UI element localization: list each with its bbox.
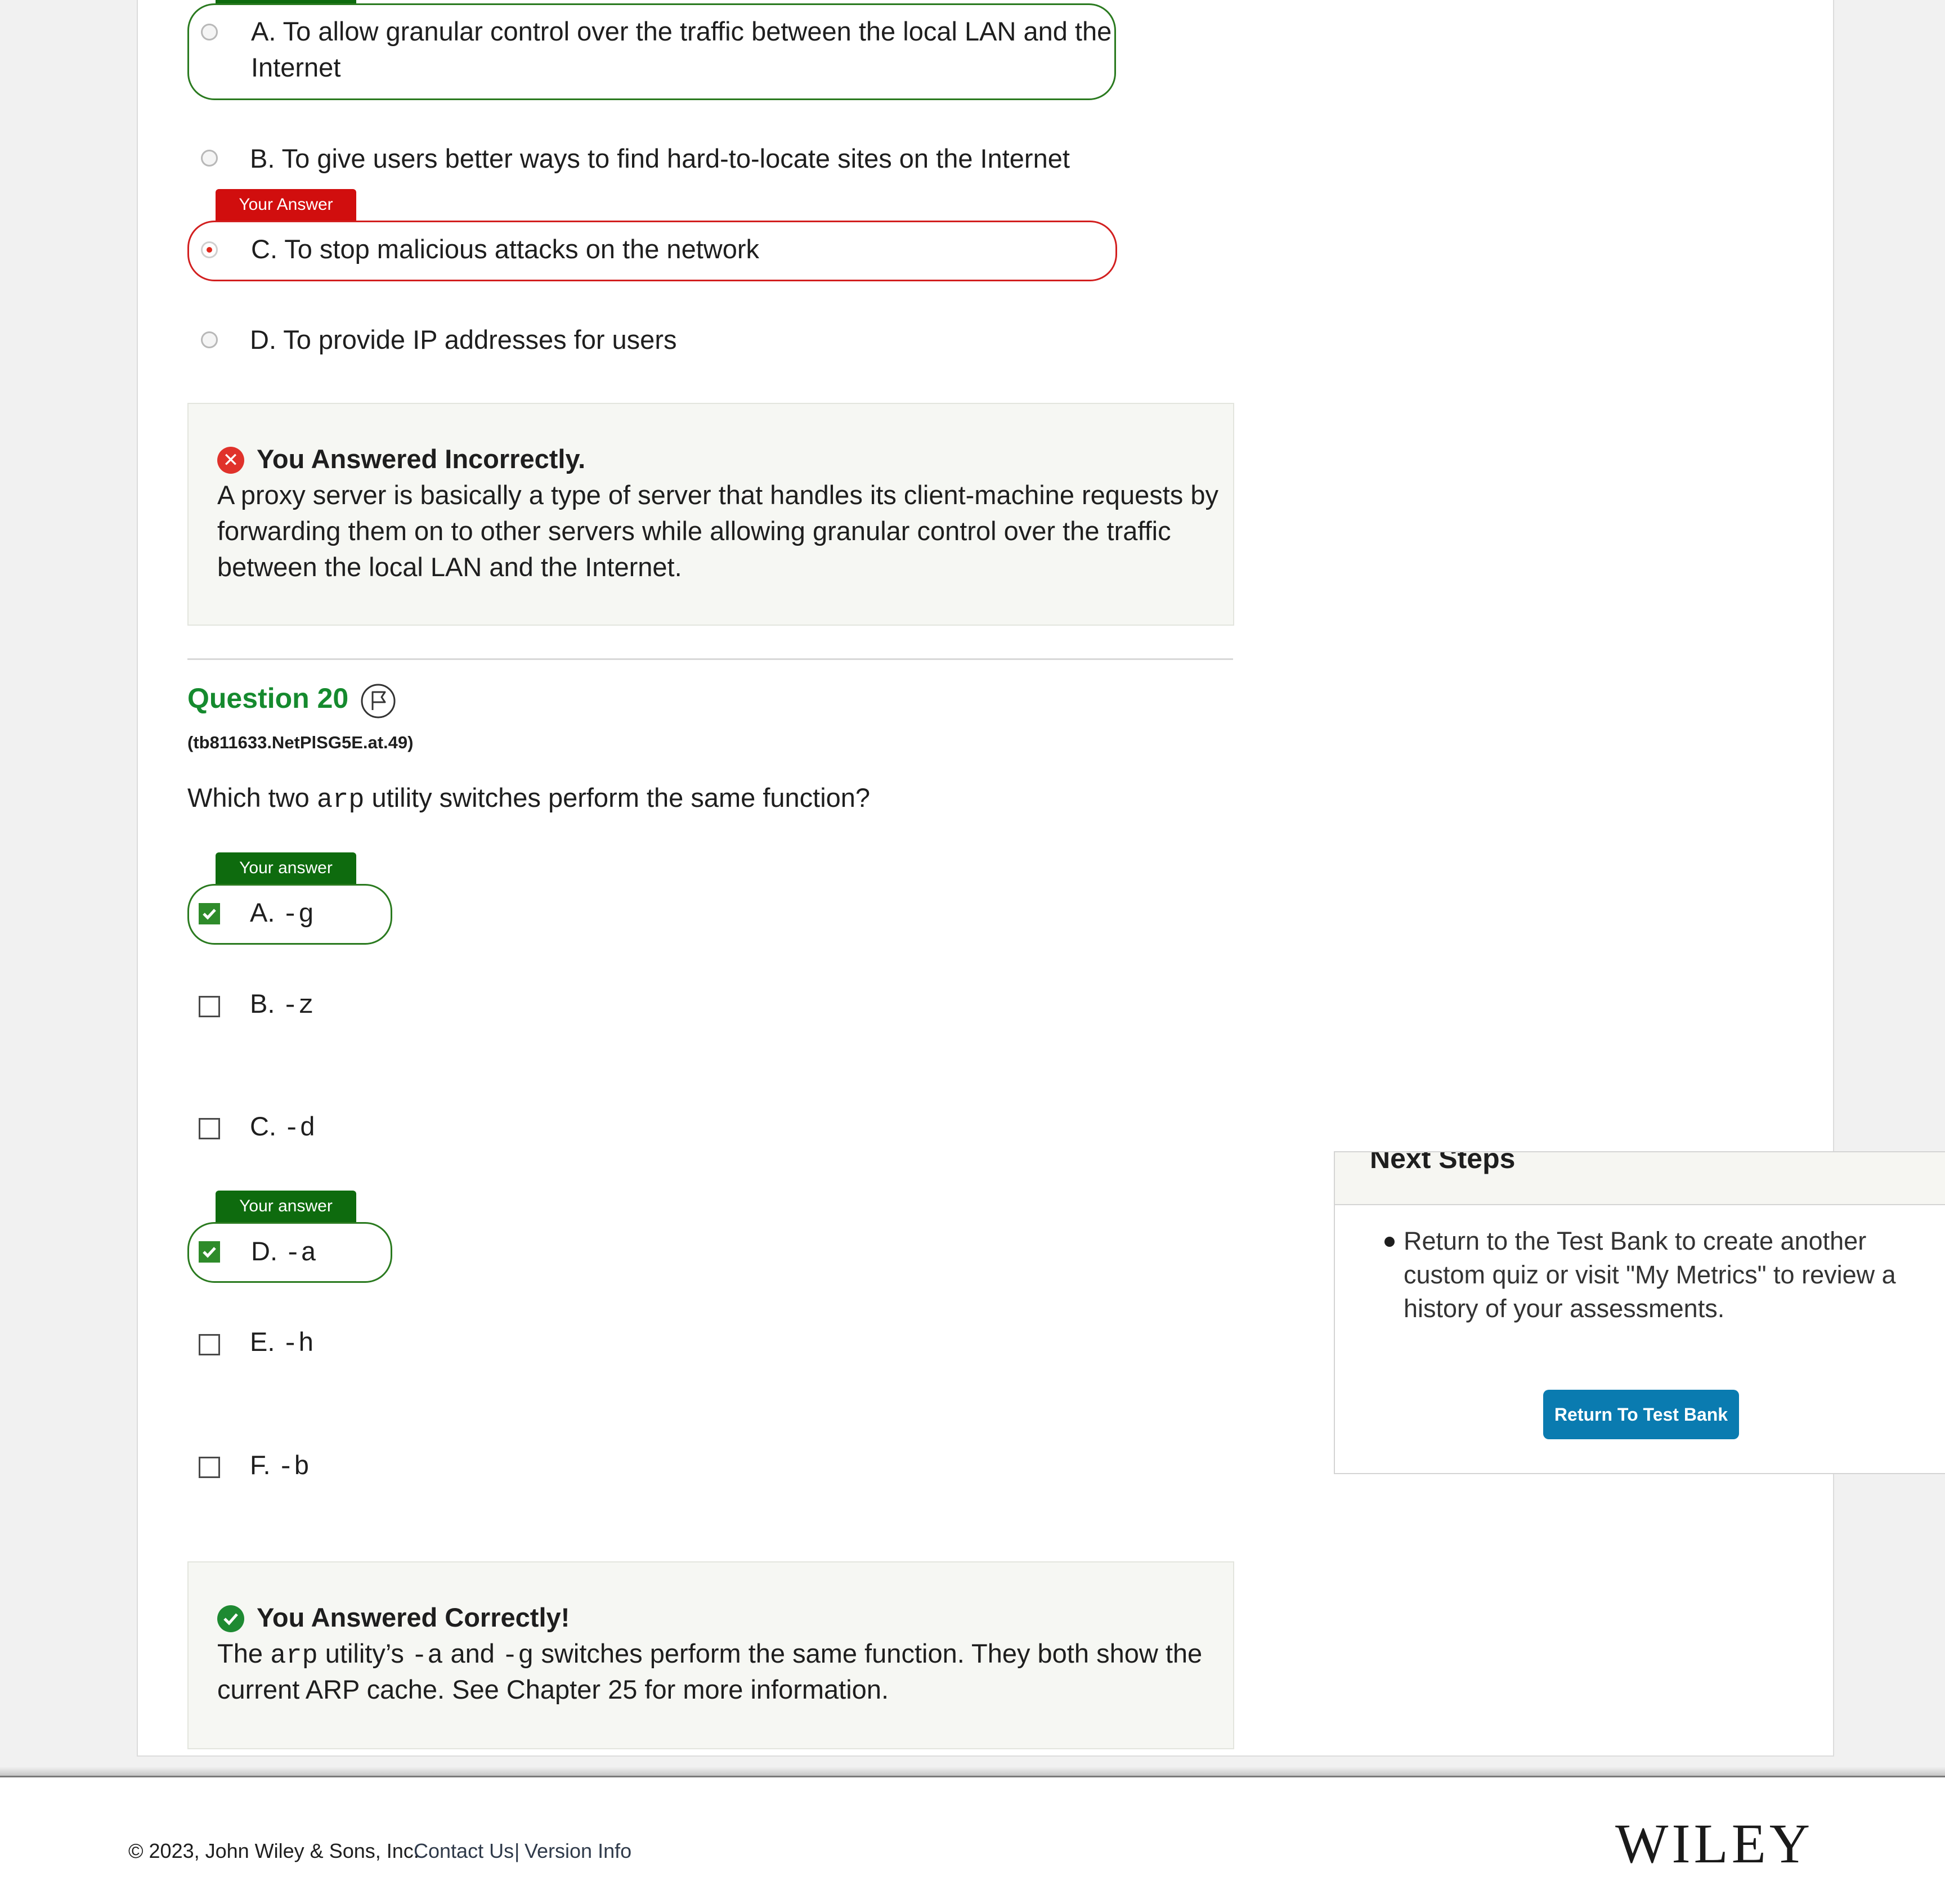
question-20-text: Which two arp utility switches perform t… [187, 782, 870, 815]
feedback-code: -g [501, 1641, 534, 1671]
your-answer-tag: Your Answer [216, 189, 356, 221]
footer-shadow [0, 1767, 1945, 1776]
option-letter: F. [250, 1450, 271, 1480]
radio-option-a[interactable] [201, 24, 218, 41]
check-circle-icon [217, 1605, 244, 1632]
flag-icon [361, 684, 396, 719]
checkbox-e[interactable] [199, 1334, 220, 1355]
checkmark-icon [203, 909, 216, 920]
radio-option-d[interactable] [201, 331, 218, 348]
option-a-text: A. -g [250, 895, 314, 933]
option-switch: -g [282, 900, 314, 930]
option-e-text: E. -h [250, 1324, 314, 1363]
return-to-test-bank-button[interactable]: Return To Test Bank [1543, 1390, 1739, 1439]
option-a-label: A. To allow granular control over the tr… [251, 16, 1112, 46]
next-steps-panel: Next Steps Return to the Test Bank to cr… [1334, 1151, 1945, 1474]
footer: © 2023, John Wiley & Sons, Inc. Contact … [0, 1776, 1945, 1904]
checkbox-c[interactable] [199, 1118, 220, 1139]
your-answer-tag-a: Your answer [216, 852, 356, 884]
question-text-code: arp [316, 785, 365, 815]
option-switch: -d [284, 1114, 316, 1144]
feedback-code: -a [411, 1641, 443, 1671]
option-switch: -b [277, 1453, 310, 1483]
footer-copyright: © 2023, John Wiley & Sons, Inc. [128, 1839, 419, 1862]
option-c-text: C. -d [250, 1108, 315, 1147]
option-d-label: D. To provide IP addresses for users [250, 325, 677, 354]
feedback-text: and [450, 1638, 495, 1668]
correct-feedback-title: You Answered Correctly! [257, 1602, 570, 1632]
option-a-label-line2: Internet [251, 52, 341, 82]
bullet-icon [1384, 1237, 1395, 1247]
feedback-text: switches perform the same function. They… [541, 1638, 1203, 1668]
error-x-icon: ✕ [217, 447, 244, 474]
radio-option-c-selected[interactable] [201, 241, 218, 258]
option-switch: -z [282, 991, 314, 1021]
option-letter: E. [250, 1327, 275, 1357]
checkmark-icon [203, 1247, 216, 1258]
contact-us-link[interactable]: Contact Us [414, 1839, 514, 1863]
next-steps-text: Return to the Test Bank to create anothe… [1404, 1227, 1896, 1323]
question-id: (tb811633.NetPlSG5E.at.49) [187, 733, 414, 752]
option-d-text: D. -a [251, 1233, 316, 1272]
option-f-text: F. -b [250, 1447, 310, 1486]
option-c-label: C. To stop malicious attacks on the netw… [251, 234, 760, 264]
question-text-part-1: Which two [187, 783, 310, 812]
option-letter: B. [250, 989, 275, 1018]
checkbox-f[interactable] [199, 1457, 220, 1478]
option-switch: -h [282, 1330, 314, 1359]
feedback-text: The [217, 1638, 263, 1668]
footer-separator: | [514, 1839, 520, 1862]
question-20-title: Question 20 [187, 682, 349, 714]
correct-feedback-line-2: current ARP cache. See Chapter 25 for mo… [217, 1674, 889, 1704]
feedback-text: utility’s [325, 1638, 404, 1668]
correct-feedback-line-1: The arp utility’s -a and -g switches per… [217, 1636, 1202, 1674]
option-b-text: B. -z [250, 986, 314, 1025]
question-text-part-2: utility switches perform the same functi… [371, 783, 871, 812]
checkbox-d-checked[interactable] [199, 1241, 220, 1263]
incorrect-feedback-title: You Answered Incorrectly. [257, 444, 586, 474]
option-letter: A. [250, 897, 275, 927]
incorrect-feedback-line-2: forwarding them on to other servers whil… [217, 516, 1171, 546]
flag-question-button[interactable] [360, 683, 396, 719]
version-info-link[interactable]: Version Info [525, 1839, 631, 1863]
next-steps-header: Next Steps [1335, 1152, 1945, 1205]
your-answer-tag-d: Your answer [216, 1191, 356, 1222]
incorrect-feedback-line-1: A proxy server is basically a type of se… [217, 480, 1218, 510]
feedback-code: arp [270, 1641, 318, 1671]
option-switch: -a [285, 1239, 317, 1269]
checkbox-a-checked[interactable] [199, 903, 220, 924]
question-divider [187, 658, 1233, 660]
radio-option-b[interactable] [201, 150, 218, 167]
next-steps-title: Next Steps [1370, 1151, 1516, 1174]
incorrect-feedback-line-3: between the local LAN and the Internet. [217, 552, 682, 582]
option-letter: C. [250, 1111, 276, 1141]
checkbox-b[interactable] [199, 996, 220, 1017]
wiley-logo[interactable]: WILEY [1615, 1811, 1813, 1876]
option-letter: D. [251, 1236, 277, 1266]
option-b-label: B. To give users better ways to find har… [250, 143, 1070, 173]
